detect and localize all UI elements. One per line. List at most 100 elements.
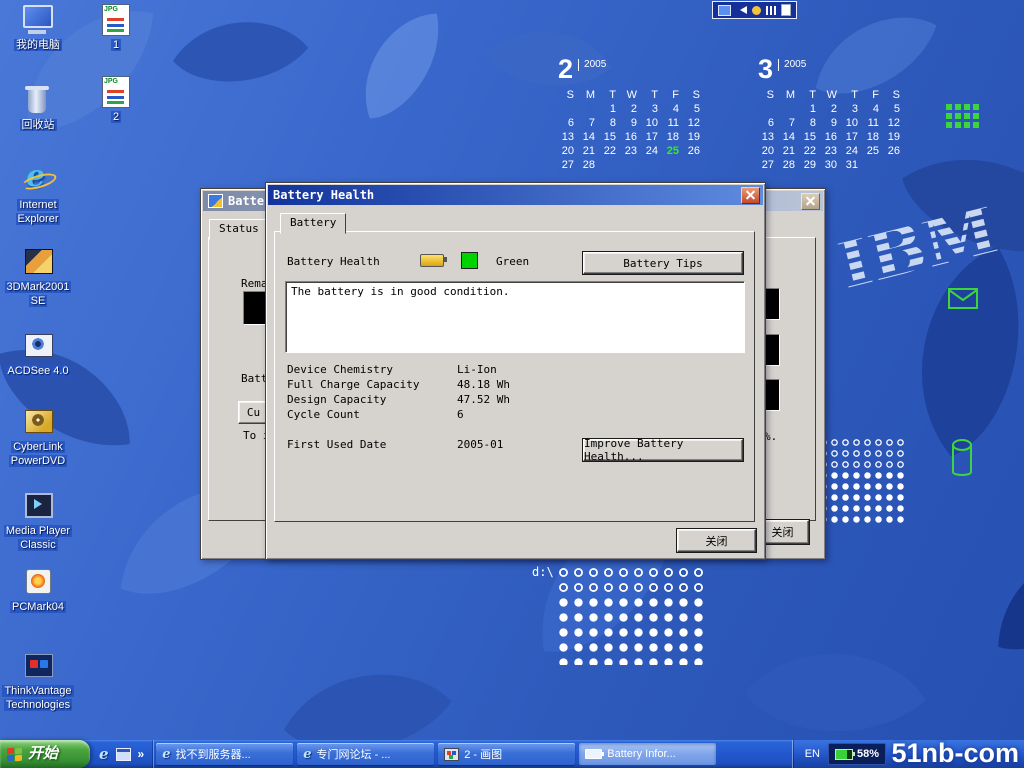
cal-cell: 18 [663,131,684,144]
battery-health-dialog[interactable]: Battery Health Battery Battery Health Gr… [265,182,766,560]
desktop-file-2[interactable]: JPG 2 [86,76,146,124]
tab-panel: Battery Health Green Battery Tips The ba… [274,231,755,522]
cal-cell: 26 [884,145,905,158]
cal-cell: 23 [821,145,842,158]
cal-cell: 11 [863,117,884,130]
task-label: Battery Infor... [607,748,675,760]
chevron-more-icon[interactable]: » [138,747,145,761]
calendar-february: 2 2005 SMTWTFS 12345 6789101112 13141516… [558,56,705,172]
volume-icon[interactable] [736,6,747,14]
cal-cell [779,103,800,116]
task-label: 2 - 画图 [464,746,502,762]
cal-cell: 16 [621,131,642,144]
start-button[interactable]: 开始 [0,740,90,768]
desktop-icon-acdsee[interactable]: ACDSee 4.0 [0,330,76,378]
desktop-icon-my-computer[interactable]: 我的电脑 [0,4,76,52]
battery-information-window-icon [208,194,223,208]
internet-explorer-icon: e [162,748,170,761]
desktop-icon-powerdvd[interactable]: CyberLink PowerDVD [0,406,76,468]
battery-health-titlebar[interactable]: Battery Health [268,185,763,205]
document-icon[interactable] [781,4,791,16]
start-label: 开始 [28,740,58,768]
cal-cell: 29 [800,159,821,172]
task-paint[interactable]: 2 - 画图 [438,743,575,765]
battery-percent: 58% [857,748,879,760]
calendar-march: 3 2005 SMTWTFS 12345 6789101112 13141516… [758,56,905,172]
cal-cell: 2 [821,103,842,116]
cal-cell [558,103,579,116]
device-icon[interactable] [752,6,761,15]
battery-tray-indicator[interactable]: 58% [828,743,886,765]
task-label: 找不到服务器... [176,746,251,762]
jpg-badge: JPG [104,77,118,86]
task-ie-server-not-found[interactable]: e 找不到服务器... [156,743,293,765]
powerdvd-icon [18,406,58,438]
cal-cell: 24 [842,145,863,158]
desktop-icon-recycle-bin[interactable]: 回收站 [0,84,76,132]
cal-cell: 8 [800,117,821,130]
grid-icon[interactable] [766,6,776,15]
watermark-51nb: 51nb-com [891,737,1019,768]
icon-label: 我的电脑 [14,39,62,51]
battery-icon [835,749,853,760]
desktop-mini-toolbar[interactable] [712,1,797,19]
health-value: Green [496,255,529,268]
calendar-year: 2005 [778,59,806,71]
show-desktop-icon[interactable] [116,748,131,761]
cal-cell: 4 [863,103,884,116]
cal-cell: 5 [884,103,905,116]
desktop-icon-pcmark04[interactable]: PCMark04 [0,566,76,614]
cal-cell: 7 [779,117,800,130]
cal-cell [642,159,663,172]
task-ie-forum[interactable]: e 专门网论坛 - ... [297,743,434,765]
close-icon[interactable] [801,193,820,210]
desktop-file-1[interactable]: JPG 1 [86,4,146,52]
media-player-classic-icon [18,490,58,522]
cal-day-header: T [842,89,863,102]
calendar-month: 3 [758,56,773,82]
cal-cell: 28 [579,159,600,172]
cal-cell: 20 [758,145,779,158]
cal-cell: 15 [600,131,621,144]
battery-tips-button[interactable]: Battery Tips [583,252,743,274]
display-icon[interactable] [718,5,731,16]
condition-textbox[interactable]: The battery is in good condition. [285,281,745,353]
icon-label: Media Player Classic [4,525,72,551]
internet-explorer-icon [18,164,58,196]
desktop-icon-thinkvantage[interactable]: ThinkVantage Technologies [0,650,76,712]
cal-cell [684,159,705,172]
desktop-icon-3dmark2001[interactable]: 3DMark2001 SE [0,246,76,308]
desktop-icon-internet-explorer[interactable]: Internet Explorer [0,164,76,226]
battery-cylinder-icon [950,438,976,482]
cal-day-header: S [684,89,705,102]
tab-status[interactable]: Status [209,219,269,240]
field-label: Full Charge Capacity [287,378,419,391]
cal-cell: 8 [600,117,621,130]
improve-battery-health-button[interactable]: Improve Battery Health... [583,439,743,461]
internet-explorer-icon[interactable]: e [99,746,109,762]
close-icon[interactable] [741,187,760,204]
desktop-icon-media-player-classic[interactable]: Media Player Classic [0,490,76,552]
cal-cell: 17 [642,131,663,144]
health-label: Battery Health [287,255,380,268]
calendar-grid: SMTWTFS 12345 6789101112 13141516171819 … [558,89,705,172]
icon-label: 3DMark2001 SE [5,281,72,307]
field-value: 6 [457,408,464,421]
tab-battery[interactable]: Battery [280,213,346,234]
cal-cell: 12 [684,117,705,130]
task-battery-information[interactable]: Battery Infor... [579,743,716,765]
battery-icon [585,749,602,759]
thinkvantage-icon [18,650,58,682]
cal-cell: 22 [600,145,621,158]
close-button[interactable]: 关闭 [677,529,756,552]
cal-cell: 14 [579,131,600,144]
window-title: Batte [228,194,264,208]
windows-flag-icon [7,747,23,762]
cal-cell: 25 [863,145,884,158]
cal-cell: 16 [821,131,842,144]
battery-health-body: Battery Battery Health Green Battery Tip… [268,205,763,557]
cal-cell: 13 [558,131,579,144]
cal-cell: 7 [579,117,600,130]
cal-day-header: W [821,89,842,102]
language-indicator[interactable]: EN [805,748,820,760]
